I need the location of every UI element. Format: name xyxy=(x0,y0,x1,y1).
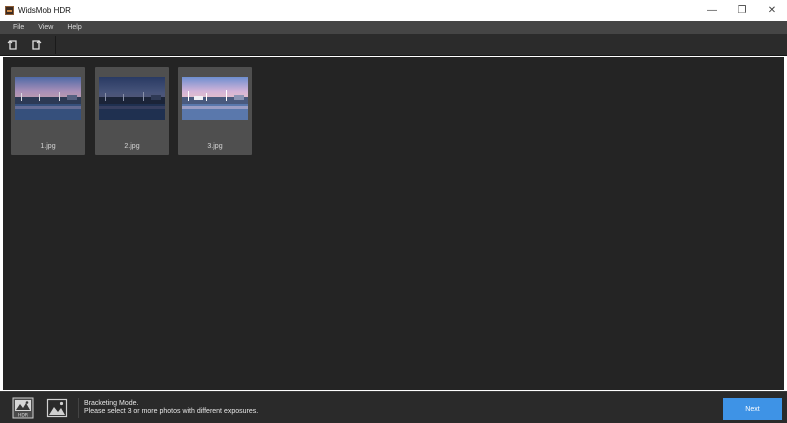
status-hint-text: Please select 3 or more photos with diff… xyxy=(84,408,259,415)
menu-file[interactable]: File xyxy=(13,24,24,31)
status-mode-text: Bracketing Mode. xyxy=(84,400,139,407)
menu-bar: File View Help xyxy=(0,21,787,34)
photo-filename: 3.jpg xyxy=(207,143,223,150)
photo-thumbnail[interactable]: 3.jpg xyxy=(178,67,252,155)
menu-help[interactable]: Help xyxy=(67,24,81,31)
photo-filename: 1.jpg xyxy=(40,143,56,150)
minimize-button[interactable]: — xyxy=(697,0,727,21)
bottom-divider xyxy=(78,398,79,418)
status-message: Bracketing Mode. Please select 3 or more… xyxy=(84,400,258,416)
app-logo-icon xyxy=(5,6,14,15)
window-title: WidsMob HDR xyxy=(18,6,71,15)
hdr-badge-text: HDR xyxy=(18,413,28,419)
rotate-right-icon xyxy=(32,39,42,50)
rotate-right-button[interactable] xyxy=(26,35,46,55)
bottom-bar: HDR Bracketing Mode. Please select 3 or … xyxy=(0,391,787,423)
bracketing-mode-button[interactable]: HDR xyxy=(12,397,34,419)
toolbar xyxy=(0,34,787,56)
rotate-left-icon xyxy=(7,39,17,50)
rotate-left-button[interactable] xyxy=(3,35,23,55)
photo-image xyxy=(99,77,165,120)
title-bar: WidsMob HDR — ❐ ✕ xyxy=(0,0,787,21)
next-button[interactable]: Next xyxy=(723,398,782,420)
restore-button[interactable]: ❐ xyxy=(727,0,757,21)
photo-filename: 2.jpg xyxy=(124,143,140,150)
menu-view[interactable]: View xyxy=(38,24,53,31)
close-button[interactable]: ✕ xyxy=(757,0,787,21)
photo-image xyxy=(182,77,248,120)
image-mode-icon xyxy=(46,398,68,418)
photo-thumbnail[interactable]: 1.jpg xyxy=(11,67,85,155)
photo-thumbnail[interactable]: 2.jpg xyxy=(95,67,169,155)
single-photo-mode-button[interactable] xyxy=(46,397,68,419)
photo-workspace: 1.jpg 2.jpg 3.jpg xyxy=(3,57,784,390)
hdr-mode-icon: HDR xyxy=(12,397,34,419)
toolbar-divider xyxy=(55,35,56,54)
photo-image xyxy=(15,77,81,120)
window-controls: — ❐ ✕ xyxy=(697,0,787,21)
